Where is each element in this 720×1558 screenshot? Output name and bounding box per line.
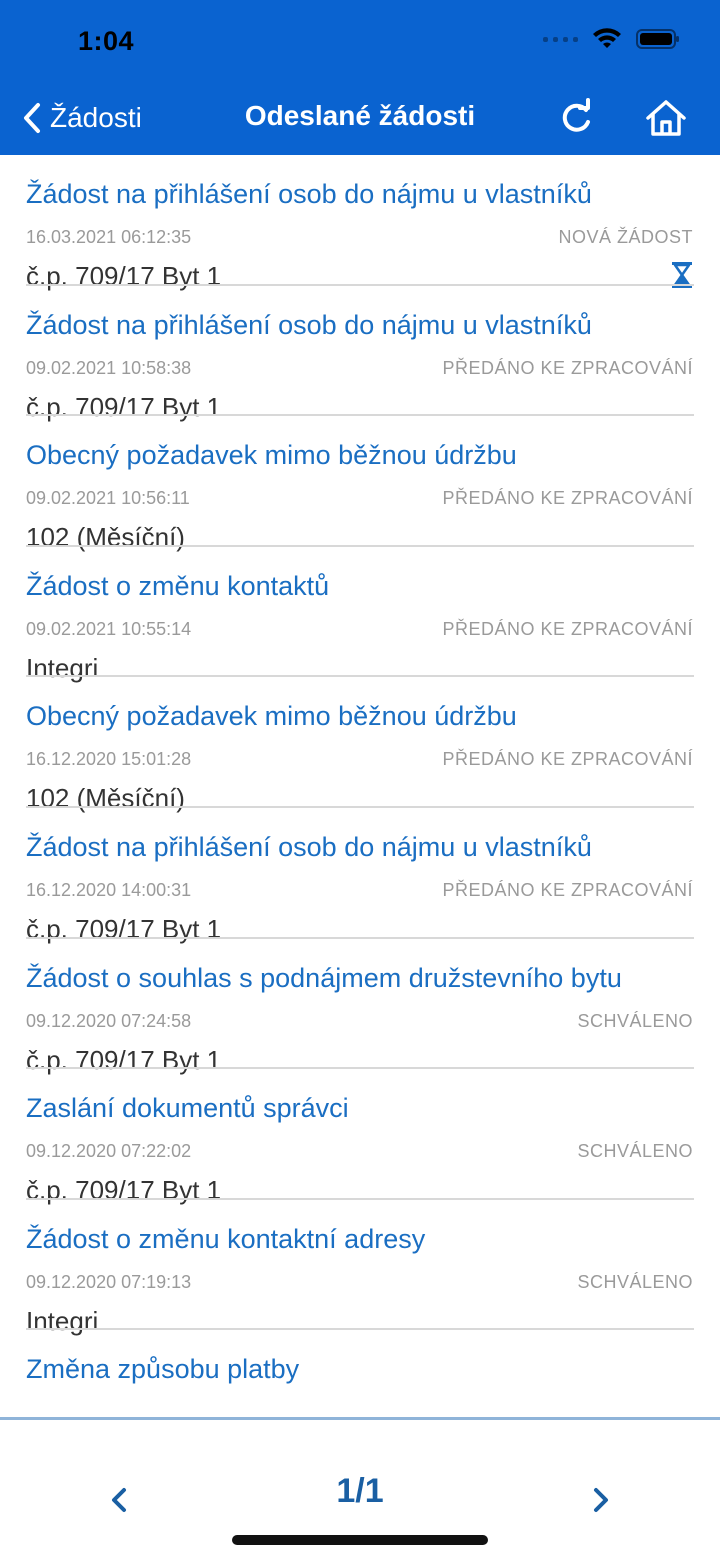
- request-row[interactable]: Žádost na přihlášení osob do nájmu u vla…: [0, 808, 720, 944]
- request-title: Žádost na přihlášení osob do nájmu u vla…: [26, 831, 592, 862]
- request-title: Žádost o změnu kontaktní adresy: [26, 1223, 426, 1254]
- request-row[interactable]: Změna způsobu platby: [0, 1330, 720, 1417]
- home-indicator[interactable]: [232, 1535, 488, 1545]
- request-status: SCHVÁLENO: [577, 1010, 693, 1031]
- previous-page-button[interactable]: [104, 1480, 134, 1520]
- request-row[interactable]: Zaslání dokumentů správci 09.12.2020 07:…: [0, 1069, 720, 1205]
- home-button[interactable]: [644, 96, 688, 140]
- request-title: Obecný požadavek mimo běžnou údržbu: [26, 440, 517, 471]
- battery-icon: [636, 28, 680, 50]
- request-title: Žádost na přihlášení osob do nájmu u vla…: [26, 309, 592, 340]
- request-title: Žádost o změnu kontaktů: [26, 570, 330, 601]
- status-time: 1:04: [78, 26, 135, 56]
- next-page-button[interactable]: [586, 1480, 616, 1520]
- chevron-left-icon: [24, 103, 40, 133]
- page-indicator: 1/1: [336, 1472, 384, 1510]
- request-date: 09.02.2021 10:55:14: [26, 618, 192, 639]
- request-title: Žádost na přihlášení osob do nájmu u vla…: [26, 179, 592, 209]
- request-date: 16.03.2021 06:12:35: [26, 227, 192, 247]
- request-date: 09.12.2020 07:24:58: [26, 1010, 192, 1031]
- request-status: NOVÁ ŽÁDOST: [558, 227, 693, 247]
- request-status: PŘEDÁNO KE ZPRACOVÁNÍ: [442, 357, 693, 378]
- request-date: 09.02.2021 10:56:11: [26, 488, 190, 509]
- request-title: Zaslání dokumentů správci: [26, 1093, 349, 1124]
- refresh-icon: [562, 98, 590, 132]
- request-row[interactable]: Žádost o souhlas s podnájmem družstevníh…: [0, 939, 720, 1075]
- status-icons: [543, 28, 680, 50]
- request-title: Změna způsobu platby: [26, 1354, 300, 1385]
- request-row[interactable]: Obecný požadavek mimo běžnou údržbu 09.0…: [0, 416, 720, 552]
- back-button[interactable]: Žádosti: [22, 96, 142, 140]
- request-date: 09.12.2020 07:22:02: [26, 1141, 192, 1162]
- request-row[interactable]: Žádost o změnu kontaktní adresy 09.12.20…: [0, 1200, 720, 1336]
- home-icon: [646, 100, 686, 136]
- chevron-right-icon: [594, 1488, 608, 1512]
- request-title: Obecný požadavek mimo běžnou údržbu: [26, 701, 517, 732]
- request-row[interactable]: Žádost o změnu kontaktů 09.02.2021 10:55…: [0, 547, 720, 683]
- back-button-label: Žádosti: [50, 102, 142, 133]
- request-status: PŘEDÁNO KE ZPRACOVÁNÍ: [442, 749, 693, 770]
- page-title: Odeslané žádosti: [244, 100, 476, 131]
- wifi-icon: [592, 28, 622, 50]
- cellular-signal-icon: [543, 36, 578, 42]
- chevron-left-icon: [112, 1488, 126, 1512]
- request-title: Žádost o souhlas s podnájmem družstevníh…: [26, 962, 622, 993]
- request-date: 09.12.2020 07:19:13: [26, 1271, 192, 1292]
- request-status: PŘEDÁNO KE ZPRACOVÁNÍ: [442, 618, 693, 639]
- request-date: 09.02.2021 10:58:38: [26, 357, 192, 378]
- request-status: SCHVÁLENO: [577, 1141, 693, 1162]
- request-row[interactable]: Žádost na přihlášení osob do nájmu u vla…: [0, 155, 720, 291]
- refresh-button[interactable]: [556, 98, 596, 138]
- request-row[interactable]: Obecný požadavek mimo běžnou údržbu 16.1…: [0, 677, 720, 813]
- request-date: 16.12.2020 15:01:28: [26, 749, 192, 770]
- request-row[interactable]: Žádost na přihlášení osob do nájmu u vla…: [0, 286, 720, 422]
- requests-list[interactable]: Žádost na přihlášení osob do nájmu u vla…: [0, 155, 720, 1417]
- request-date: 16.12.2020 14:00:31: [26, 879, 192, 900]
- top-bar: 1:04 Žádosti Odeslané žádosti: [0, 0, 720, 155]
- request-status: PŘEDÁNO KE ZPRACOVÁNÍ: [442, 879, 693, 900]
- request-status: PŘEDÁNO KE ZPRACOVÁNÍ: [442, 488, 693, 509]
- request-status: SCHVÁLENO: [577, 1271, 693, 1292]
